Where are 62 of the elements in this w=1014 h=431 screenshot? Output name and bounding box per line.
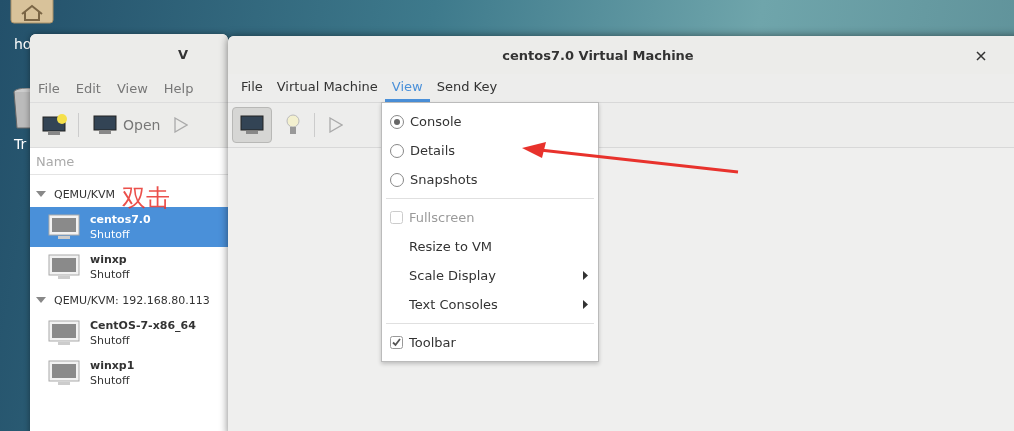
vm-status: Shutoff — [90, 228, 131, 241]
monitor-icon — [48, 214, 80, 240]
menu-item-label: Resize to VM — [409, 239, 493, 254]
radio-button[interactable] — [390, 143, 404, 158]
vm-status: Shutoff — [90, 268, 130, 281]
radio-button[interactable] — [390, 172, 404, 187]
trash-icon[interactable] — [12, 88, 30, 130]
menu-item[interactable]: File — [234, 74, 270, 102]
expander-icon[interactable] — [36, 296, 46, 304]
monitor-icon — [48, 320, 80, 346]
menu-item-label: Toolbar — [409, 335, 456, 350]
menu-item[interactable]: Edit — [75, 80, 101, 96]
menu-item[interactable]: Console — [382, 107, 598, 136]
menu-item[interactable]: Toolbar — [382, 328, 598, 357]
vm-status: Shutoff — [90, 334, 131, 347]
menu-item[interactable]: Text Consoles — [382, 290, 598, 319]
close-icon[interactable] — [976, 51, 986, 61]
monitor-icon — [93, 115, 117, 135]
menu-item[interactable]: Snapshots — [382, 165, 598, 194]
window-title: centos7.0 Virtual Machine — [502, 47, 694, 63]
menu-item[interactable]: Virtual Machine — [269, 74, 385, 102]
desktop-icon-label: Tr — [14, 136, 28, 152]
monitor-icon — [48, 254, 80, 280]
menu-item[interactable]: File — [38, 80, 60, 96]
menu-item[interactable]: Details — [382, 136, 598, 165]
lightbulb-icon[interactable] — [286, 114, 300, 136]
vm-row[interactable]: winxp Shutoff — [30, 247, 228, 287]
radio-button[interactable] — [390, 114, 404, 129]
menu-item-label: Fullscreen — [409, 210, 475, 225]
menu-item[interactable]: Help — [163, 80, 194, 96]
menu-item[interactable]: Scale Display — [382, 261, 598, 290]
checkbox[interactable] — [390, 336, 403, 349]
play-icon[interactable] — [174, 117, 189, 133]
monitor-icon — [48, 360, 80, 386]
new-vm-icon[interactable] — [42, 114, 68, 136]
vm-name: centos7.0 — [90, 213, 151, 226]
vm-row[interactable]: CentOS-7-x86_64 Shutoff — [30, 313, 228, 353]
vm-name: winxp1 — [90, 359, 135, 372]
connection-name[interactable]: QEMU/KVM: 192.168.80.113 — [54, 293, 210, 307]
menu-item[interactable]: View — [116, 80, 148, 96]
vm-name: CentOS-7-x86_64 — [90, 319, 196, 332]
desktop-icon-label: ho — [14, 36, 32, 52]
window-title: V — [177, 46, 188, 62]
menu-item[interactable]: Send Key — [429, 74, 505, 102]
monitor-icon — [240, 115, 264, 135]
menu-item-label: Console — [410, 114, 462, 129]
play-icon[interactable] — [329, 117, 343, 133]
menu-item-label: Text Consoles — [409, 297, 498, 312]
menu-item-label: Scale Display — [409, 268, 497, 283]
submenu-arrow-icon — [583, 271, 588, 280]
connection-name[interactable]: QEMU/KVM — [54, 187, 116, 201]
menu-item[interactable]: Resize to VM — [382, 232, 598, 261]
vm-name: winxp — [90, 253, 128, 266]
menu-item-label: Details — [410, 143, 456, 158]
console-button[interactable] — [232, 107, 272, 143]
home-folder-icon[interactable] — [10, 0, 54, 24]
vm-status: Shutoff — [90, 374, 131, 387]
vm-row[interactable]: winxp1 Shutoff — [30, 353, 228, 393]
annotation-text: 双击 — [122, 186, 170, 210]
submenu-arrow-icon — [583, 300, 588, 309]
menu-item-label: Snapshots — [410, 172, 478, 187]
expander-icon[interactable] — [36, 190, 46, 198]
